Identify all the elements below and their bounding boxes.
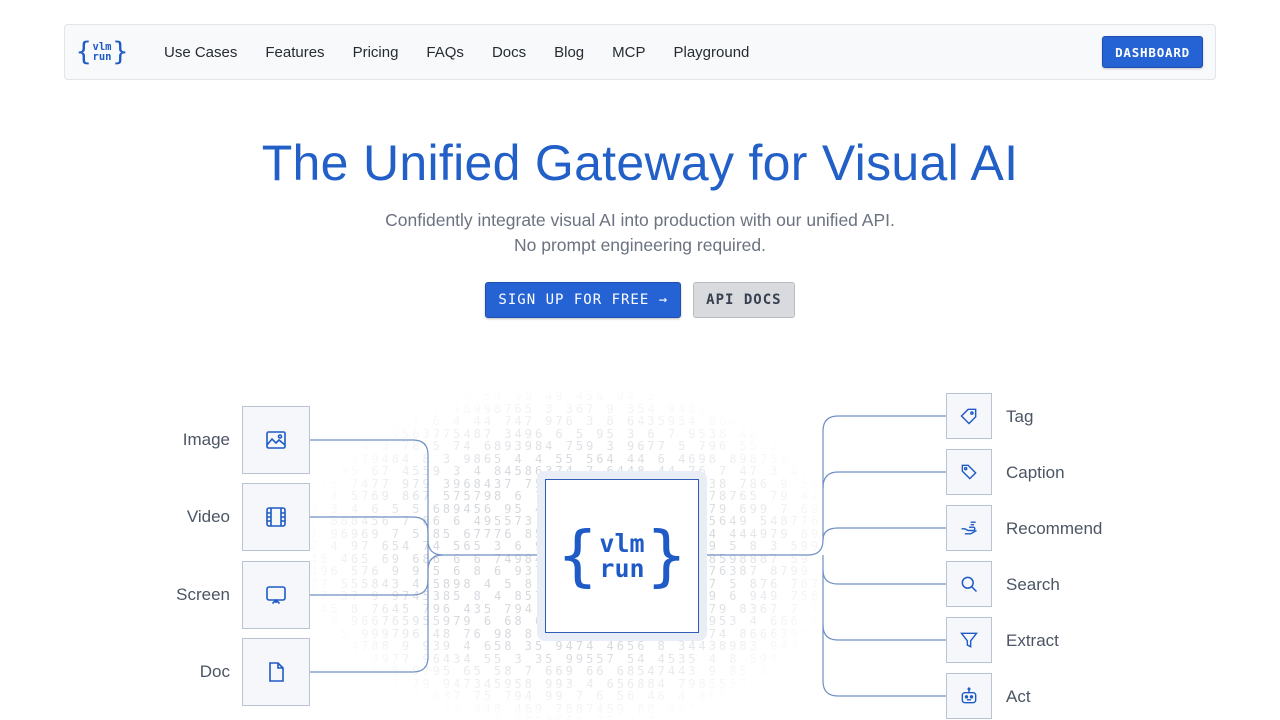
output-label-recommend: Recommend xyxy=(1006,519,1103,538)
sign-up-button[interactable]: SIGN UP FOR FREE → xyxy=(485,282,682,318)
input-label-screen: Screen xyxy=(176,585,230,604)
input-box-video xyxy=(242,483,310,551)
document-icon xyxy=(269,662,284,682)
output-label-act: Act xyxy=(1006,687,1031,706)
input-box-screen xyxy=(242,561,310,629)
tag-icon xyxy=(960,408,977,425)
monitor-icon xyxy=(266,586,286,605)
image-icon xyxy=(266,431,286,449)
output-box-tag xyxy=(946,393,992,439)
input-label-image: Image xyxy=(182,430,230,449)
output-box-search xyxy=(946,561,992,607)
output-box-act xyxy=(946,673,992,719)
nav-link-pricing[interactable]: Pricing xyxy=(353,44,399,61)
hub-frame: { vlm run } xyxy=(537,471,707,641)
hub-bottom-text: run xyxy=(599,554,645,583)
filter-icon xyxy=(960,632,978,648)
nav-link-docs[interactable]: Docs xyxy=(492,44,526,61)
cta-buttons: SIGN UP FOR FREE → API DOCS xyxy=(0,282,1280,318)
hub-top-text: vlm xyxy=(599,529,645,558)
input-label-doc: Doc xyxy=(199,662,230,681)
hero-title: The Unified Gateway for Visual AI xyxy=(261,135,1019,191)
robot-icon xyxy=(961,687,977,704)
output-box-caption xyxy=(946,449,992,495)
top-navbar: { vlm run } Use Cases Features Pricing F… xyxy=(64,24,1216,80)
vlmrun-logo[interactable]: { vlm run } xyxy=(76,38,128,66)
output-box-recommend xyxy=(946,505,992,551)
output-label-tag: Tag xyxy=(1006,407,1034,426)
output-label-extract: Extract xyxy=(1006,631,1059,650)
hand-icon xyxy=(961,521,977,535)
search-icon xyxy=(961,576,978,593)
nav-link-playground[interactable]: Playground xyxy=(674,44,750,61)
nav-link-features[interactable]: Features xyxy=(265,44,324,61)
input-box-image xyxy=(242,406,310,474)
dashboard-button[interactable]: DASHBOARD xyxy=(1102,36,1203,68)
input-box-doc xyxy=(242,638,310,706)
hero-subtitle-line-1: Confidently integrate visual AI into pro… xyxy=(385,210,895,230)
output-label-search: Search xyxy=(1006,575,1060,594)
vlmrun-hub-logo: { vlm run } xyxy=(545,479,699,633)
pen-tag-icon xyxy=(961,464,977,480)
api-docs-button[interactable]: API DOCS xyxy=(693,282,795,318)
nav-link-mcp[interactable]: MCP xyxy=(612,44,645,61)
output-box-extract xyxy=(946,617,992,663)
input-label-video: Video xyxy=(186,507,230,526)
nav-link-faqs[interactable]: FAQs xyxy=(426,44,464,61)
gateway-diagram: 45 45 854 76 4 6 54 99 49 456 94 5 733 9… xyxy=(0,370,1280,720)
nav-link-use-cases[interactable]: Use Cases xyxy=(164,44,237,61)
logo-bottom-text: run xyxy=(92,51,112,63)
nav-links: Use Cases Features Pricing FAQs Docs Blo… xyxy=(164,44,777,61)
hero-subtitle: Confidently integrate visual AI into pro… xyxy=(0,208,1280,258)
film-icon xyxy=(266,507,286,527)
nav-link-blog[interactable]: Blog xyxy=(554,44,584,61)
hero-subtitle-line-2: No prompt engineering required. xyxy=(514,235,766,255)
output-label-caption: Caption xyxy=(1006,463,1065,482)
